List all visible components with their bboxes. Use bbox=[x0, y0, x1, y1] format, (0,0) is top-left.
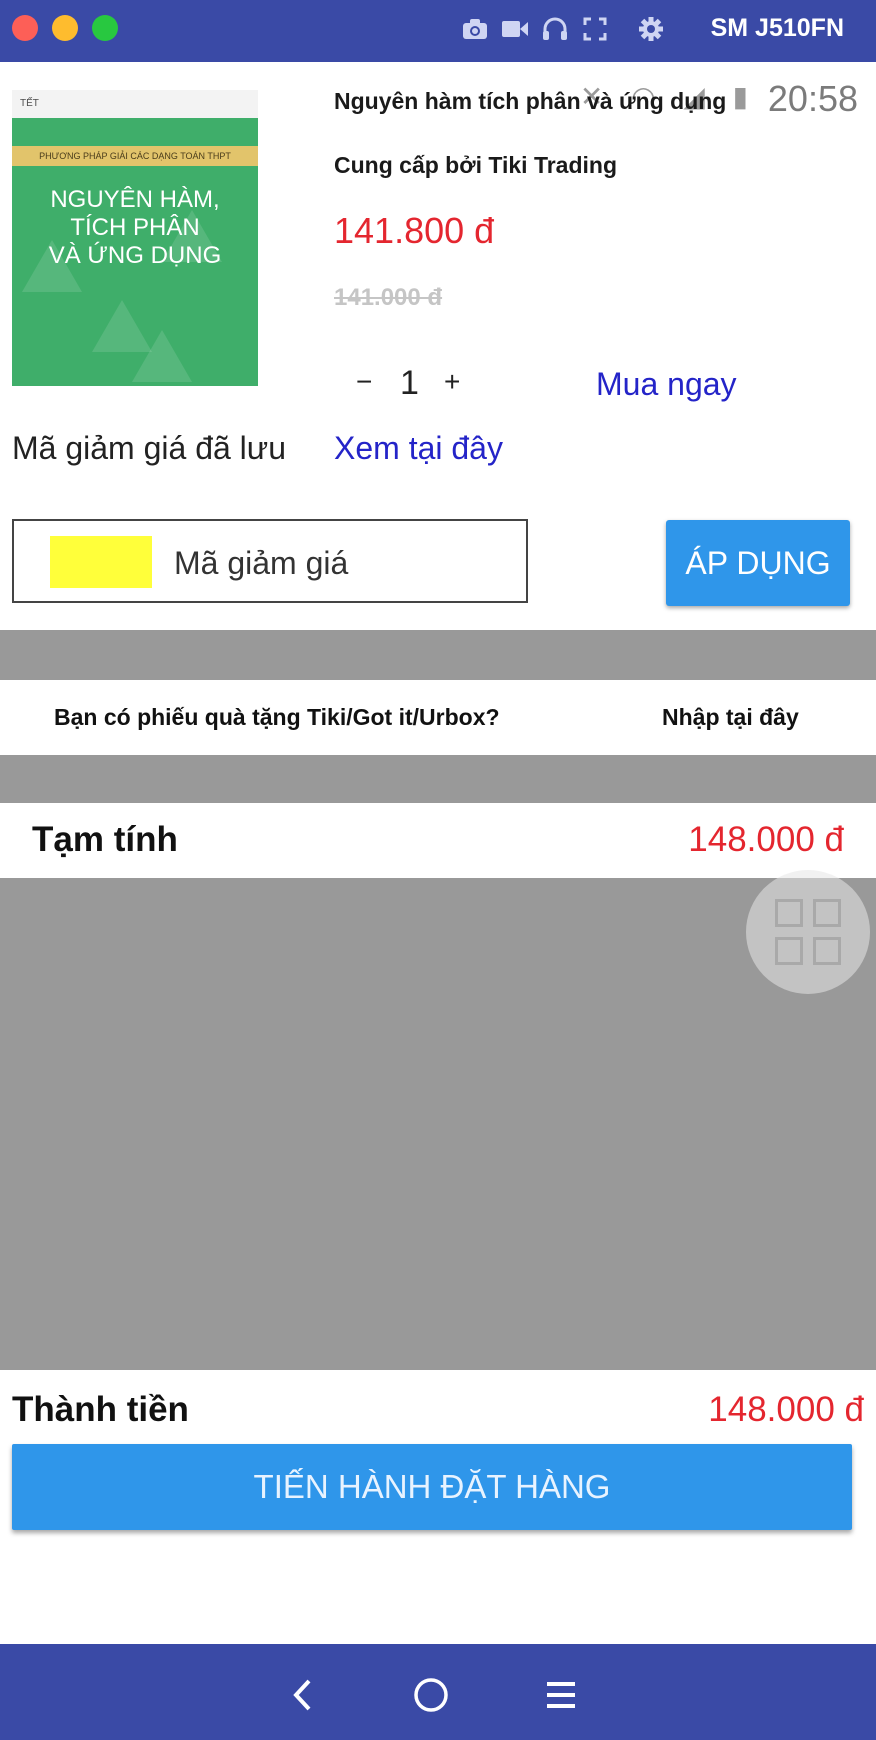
gift-voucher-question: Bạn có phiếu quà tặng Tiki/Got it/Urbox? bbox=[54, 704, 500, 730]
quantity-value: 1 bbox=[400, 364, 419, 402]
coupon-swatch bbox=[50, 536, 152, 588]
total-label: Thành tiền bbox=[12, 1390, 189, 1429]
saved-coupon-link[interactable]: Xem tại đây bbox=[334, 430, 503, 467]
cover-title-line: NGUYÊN HÀM, bbox=[50, 186, 220, 213]
product-seller: Cung cấp bởi Tiki Trading bbox=[334, 152, 618, 178]
checkout-button[interactable]: TIẾN HÀNH ĐẶT HÀNG bbox=[12, 1444, 852, 1530]
settings-icon[interactable] bbox=[636, 14, 666, 44]
empty-content-area bbox=[0, 878, 876, 1370]
total-value: 148.000 đ bbox=[708, 1390, 864, 1429]
saved-coupon-label: Mã giảm giá đã lưu bbox=[12, 430, 286, 466]
grid-icon bbox=[775, 899, 841, 965]
cover-title-line: TÍCH PHÂN bbox=[70, 214, 200, 241]
headphones-icon[interactable] bbox=[540, 14, 570, 44]
subtotal-value: 148.000 đ bbox=[688, 820, 844, 859]
video-icon[interactable] bbox=[500, 14, 530, 44]
product-cover-image[interactable]: TẾT PHƯƠNG PHÁP GIẢI CÁC DẠNG TOÁN THPT … bbox=[12, 90, 258, 386]
product-title[interactable]: Nguyên hàm tích phân và ứng dụng bbox=[334, 88, 726, 115]
product-old-price: 141.000 đ bbox=[334, 284, 443, 311]
floating-grid-button[interactable] bbox=[746, 870, 870, 994]
maximize-window-button[interactable] bbox=[92, 15, 118, 41]
device-name: SM J510FN bbox=[710, 14, 844, 42]
coupon-input-placeholder: Mã giảm giá bbox=[174, 545, 349, 581]
quantity-decrease-button[interactable]: − bbox=[356, 366, 372, 398]
fullscreen-icon[interactable] bbox=[580, 14, 610, 44]
subtotal-label: Tạm tính bbox=[32, 820, 178, 859]
back-icon[interactable] bbox=[278, 1670, 328, 1720]
cover-header: TẾT bbox=[12, 90, 258, 118]
minimize-window-button[interactable] bbox=[52, 15, 78, 41]
menu-icon[interactable] bbox=[536, 1670, 586, 1720]
quantity-increase-button[interactable]: + bbox=[444, 366, 460, 398]
cover-title-line: VÀ ỨNG DỤNG bbox=[48, 242, 222, 269]
gift-voucher-link[interactable]: Nhập tại đây bbox=[662, 704, 799, 731]
product-price: 141.800 đ bbox=[334, 210, 495, 251]
section-divider bbox=[0, 630, 876, 680]
camera-icon[interactable] bbox=[460, 14, 490, 44]
cover-band-text: PHƯƠNG PHÁP GIẢI CÁC DẠNG TOÁN THPT bbox=[12, 146, 258, 166]
close-window-button[interactable] bbox=[12, 15, 38, 41]
home-icon[interactable] bbox=[406, 1670, 456, 1720]
section-divider bbox=[0, 755, 876, 803]
apply-coupon-button[interactable]: ÁP DỤNG bbox=[666, 520, 850, 606]
status-clock: 20:58 bbox=[767, 78, 858, 119]
buy-now-link[interactable]: Mua ngay bbox=[596, 366, 737, 403]
